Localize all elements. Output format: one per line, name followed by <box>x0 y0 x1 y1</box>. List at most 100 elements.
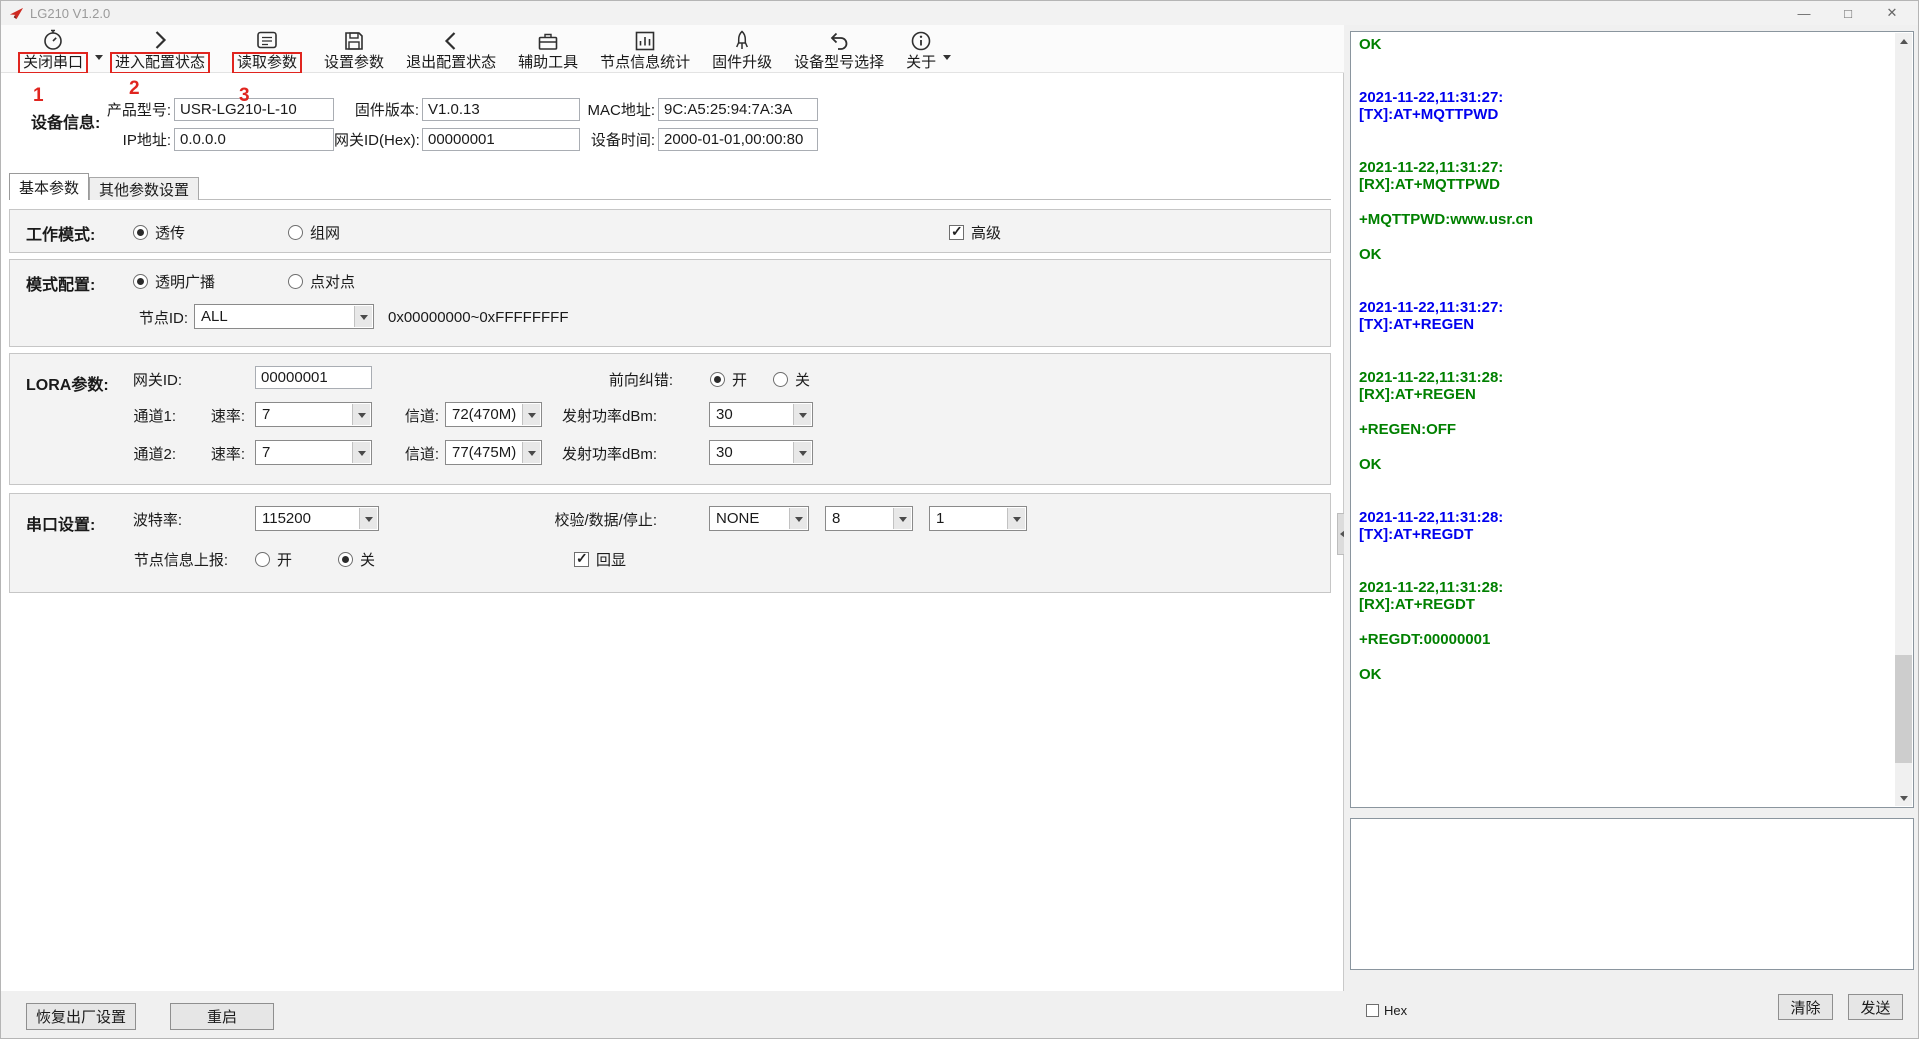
firmware-version-input[interactable] <box>422 98 580 121</box>
app-window: LG210 V1.2.0 — □ ✕ 关闭串口 进入配置状态 读取参数 设置参数… <box>0 0 1919 1039</box>
chevron-down-icon <box>793 404 811 425</box>
gateway-id-hex-input[interactable] <box>422 128 580 151</box>
parity-value: NONE <box>716 510 759 527</box>
node-id-range-hint: 0x00000000~0xFFFFFFFF <box>388 304 568 330</box>
channel2-power-select[interactable]: 30 <box>709 440 813 465</box>
scroll-down-icon[interactable] <box>1895 790 1912 806</box>
exit-config-icon <box>439 28 463 54</box>
log-box[interactable]: OK 2021-11-22,11:31:27:[TX]:AT+MQTTPWD 2… <box>1350 31 1914 808</box>
serial-port-icon <box>41 28 65 52</box>
toolbar-node-stats-label: 节点信息统计 <box>600 54 690 72</box>
parity-select[interactable]: NONE <box>709 506 809 531</box>
scrollbar-thumb[interactable] <box>1895 655 1912 763</box>
toolbar-aux-tools-label: 辅助工具 <box>518 54 578 72</box>
ip-address-input[interactable] <box>174 128 334 151</box>
channel2-rate-select[interactable]: 7 <box>255 440 372 465</box>
send-input[interactable] <box>1350 818 1914 970</box>
chevron-down-icon <box>943 55 951 64</box>
send-button[interactable]: 发送 <box>1848 994 1903 1020</box>
log-line: [TX]:AT+REGDT <box>1359 526 1893 544</box>
toolbar-node-stats-button[interactable]: 节点信息统计 <box>589 25 701 72</box>
mac-address-input[interactable] <box>658 98 818 121</box>
channel1-power-value: 30 <box>716 406 733 423</box>
log-line <box>1359 229 1893 247</box>
toolbar-aux-tools-button[interactable]: 辅助工具 <box>507 25 589 72</box>
serial-settings-title: 串口设置: <box>26 511 95 535</box>
product-model-label: 产品型号: <box>1 99 174 120</box>
send-box <box>1350 818 1914 970</box>
clear-button[interactable]: 清除 <box>1778 994 1833 1020</box>
channel1-rate-select[interactable]: 7 <box>255 402 372 427</box>
section-serial-settings: 串口设置: 波特率: 115200 校验/数据/停止: NONE 8 1 节点信… <box>9 493 1331 593</box>
section-work-mode: 工作模式: 透传 组网 高级 <box>9 209 1331 253</box>
radio-transparent-mode[interactable]: 透传 <box>133 219 185 245</box>
toolbar-read-params-button[interactable]: 读取参数 <box>221 25 313 72</box>
checkbox-hex[interactable]: Hex <box>1366 1001 1407 1019</box>
channel1-channel-value: 72(470M) <box>452 406 516 423</box>
maximize-button[interactable]: □ <box>1826 1 1870 25</box>
checkbox-echo[interactable]: 回显 <box>574 546 626 572</box>
log-line: 2021-11-22,11:31:27: <box>1359 299 1893 317</box>
checkbox-echo-label: 回显 <box>596 549 626 570</box>
toolbar-exit-config-button[interactable]: 退出配置状态 <box>395 25 507 72</box>
channel2-rate-value: 7 <box>262 444 270 461</box>
radio-networking-label: 组网 <box>310 222 340 243</box>
radio-icon <box>710 372 725 387</box>
radio-icon <box>338 552 353 567</box>
chevron-down-icon <box>793 442 811 463</box>
restart-button[interactable]: 重启 <box>170 1003 274 1030</box>
toolbar-close-serial-button[interactable]: 关闭串口 <box>7 25 99 72</box>
channel2-channel-select[interactable]: 77(475M) <box>445 440 542 465</box>
baud-rate-select[interactable]: 115200 <box>255 506 379 531</box>
section-mode-config: 模式配置: 透明广播 点对点 节点ID: ALL 0x00000000~0xFF… <box>9 259 1331 347</box>
window-title: LG210 V1.2.0 <box>30 6 110 21</box>
radio-icon <box>133 225 148 240</box>
radio-p2p-label: 点对点 <box>310 271 355 292</box>
radio-icon <box>773 372 788 387</box>
channel1-label: 通道1: <box>100 402 176 428</box>
stop-bits-select[interactable]: 1 <box>929 506 1027 531</box>
product-model-input[interactable] <box>174 98 334 121</box>
node-id-select[interactable]: ALL <box>194 304 374 329</box>
radio-networking-mode[interactable]: 组网 <box>288 219 340 245</box>
radio-report-on[interactable]: 开 <box>255 546 292 572</box>
parity-data-stop-label: 校验/数据/停止: <box>530 506 657 532</box>
toolbar-exit-config-label: 退出配置状态 <box>406 54 496 72</box>
log-line: +REGDT:00000001 <box>1359 631 1893 649</box>
log-line: OK <box>1359 456 1893 474</box>
tab-other-params[interactable]: 其他参数设置 <box>89 177 199 200</box>
factory-reset-button[interactable]: 恢复出厂设置 <box>26 1003 136 1030</box>
toolbar-enter-config-button[interactable]: 进入配置状态 <box>99 25 221 72</box>
radio-fec-on[interactable]: 开 <box>710 366 747 392</box>
radio-point-to-point[interactable]: 点对点 <box>288 268 355 294</box>
log-scrollbar[interactable] <box>1895 33 1912 806</box>
toolbar-set-params-button[interactable]: 设置参数 <box>313 25 395 72</box>
lora-gateway-id-input[interactable] <box>255 366 372 389</box>
log-line: +MQTTPWD:www.usr.cn <box>1359 211 1893 229</box>
toolbar-about-button[interactable]: 关于 <box>895 25 947 72</box>
data-bits-select[interactable]: 8 <box>825 506 913 531</box>
toolbar-firmware-upgrade-button[interactable]: 固件升级 <box>701 25 783 72</box>
channel1-channel-select[interactable]: 72(470M) <box>445 402 542 427</box>
minimize-button[interactable]: — <box>1782 1 1826 25</box>
save-params-icon <box>342 28 366 54</box>
device-time-input[interactable] <box>658 128 818 151</box>
baud-rate-value: 115200 <box>262 510 311 527</box>
channel1-power-select[interactable]: 30 <box>709 402 813 427</box>
tab-basic-params[interactable]: 基本参数 <box>9 173 89 200</box>
close-button[interactable]: ✕ <box>1870 1 1914 25</box>
radio-fec-off[interactable]: 关 <box>773 366 810 392</box>
radio-transparent-broadcast[interactable]: 透明广播 <box>133 268 215 294</box>
log-line <box>1359 124 1893 142</box>
toolbar-device-model-button[interactable]: 设备型号选择 <box>783 25 895 72</box>
chevron-down-icon <box>352 404 370 425</box>
checkbox-hex-label: Hex <box>1384 1003 1407 1018</box>
toolbar-device-model-label: 设备型号选择 <box>794 54 884 72</box>
scroll-up-icon[interactable] <box>1895 33 1912 49</box>
checkbox-icon <box>1366 1004 1379 1017</box>
device-time-label: 设备时间: <box>580 129 658 150</box>
radio-report-off[interactable]: 关 <box>338 546 375 572</box>
checkbox-advanced[interactable]: 高级 <box>949 219 1001 245</box>
radio-fec-off-label: 关 <box>795 369 810 390</box>
log-line: OK <box>1359 246 1893 264</box>
